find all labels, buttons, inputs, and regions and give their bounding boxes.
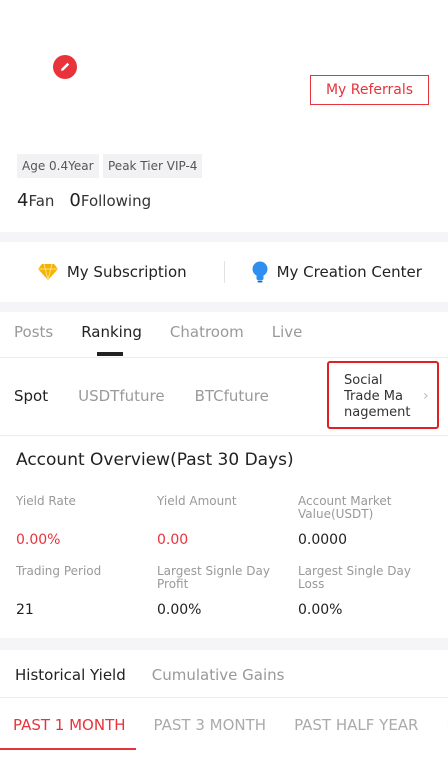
largest-day-profit-value: 0.00% (157, 602, 202, 618)
divider (0, 435, 448, 436)
my-subscription-button[interactable]: My Subscription (0, 263, 224, 281)
metric-label: Trading Period (16, 564, 102, 578)
metric-label: Loss (298, 577, 325, 591)
divider (0, 697, 448, 698)
my-referrals-button[interactable]: My Referrals (310, 75, 429, 105)
trading-period-value: 21 (16, 602, 34, 618)
active-tab-indicator (97, 352, 123, 356)
overview-title: Account Overview(Past 30 Days) (16, 450, 294, 470)
yield-amount-value: 0.00 (157, 532, 189, 548)
largest-day-profit-metric: Largest Signle Day Profit (157, 565, 270, 591)
tab-spot[interactable]: Spot (14, 387, 48, 405)
market-tabs: Spot USDTfuture BTCfuture (14, 387, 299, 405)
diamond-icon (37, 263, 58, 281)
vip-tier-tag: Peak Tier VIP-4 (103, 154, 203, 178)
social-trade-line: Trade Ma (344, 389, 403, 404)
subscription-label: My Subscription (66, 263, 187, 281)
metric-label: Profit (157, 577, 189, 591)
tab-posts[interactable]: Posts (14, 323, 53, 341)
section-gap (0, 302, 448, 312)
fan-stat[interactable]: 4 Fan (17, 190, 54, 211)
active-period-indicator (0, 748, 136, 750)
yield-rate-metric: Yield Rate (16, 495, 76, 508)
tab-past-3-month[interactable]: PAST 3 MONTH (154, 716, 267, 734)
edit-profile-button[interactable] (53, 55, 77, 79)
metric-label: Value(USDT) (298, 507, 374, 521)
metric-label: Yield Amount (157, 494, 237, 508)
social-trade-line: nagement (344, 405, 411, 420)
social-trade-management-label: Social Trade Ma nagement (344, 373, 422, 421)
tab-chatroom[interactable]: Chatroom (170, 323, 244, 341)
history-tabs: Historical Yield Cumulative Gains (15, 666, 310, 684)
following-stat[interactable]: 0 Following (69, 190, 151, 211)
period-tabs: PAST 1 MONTH PAST 3 MONTH PAST HALF YEAR… (13, 716, 448, 734)
section-gap (0, 638, 448, 650)
market-value-metric: Account Market Value(USDT) (298, 495, 392, 521)
metric-label: Yield Rate (16, 494, 76, 508)
shortcut-row: My Subscription My Creation Center (0, 242, 448, 302)
tab-historical-yield[interactable]: Historical Yield (15, 666, 126, 684)
tab-usdt-future[interactable]: USDTfuture (78, 387, 164, 405)
fan-count: 4 (17, 190, 29, 211)
trading-period-metric: Trading Period (16, 565, 101, 578)
following-count: 0 (69, 190, 81, 211)
divider (0, 357, 448, 358)
tab-past-half-year[interactable]: PAST HALF YEAR (294, 716, 418, 734)
fan-label: Fan (28, 192, 55, 210)
tab-past-1-month[interactable]: PAST 1 MONTH (13, 716, 126, 734)
market-value-value: 0.0000 (298, 532, 347, 548)
tab-ranking[interactable]: Ranking (81, 323, 142, 341)
my-creation-center-button[interactable]: My Creation Center (225, 261, 448, 283)
profile-tabs: Posts Ranking Chatroom Live (14, 323, 330, 341)
largest-day-loss-value: 0.00% (298, 602, 343, 618)
following-label: Following (80, 192, 152, 210)
yield-rate-value: 0.00% (16, 532, 61, 548)
section-gap (0, 232, 448, 242)
social-trade-line: Social (344, 373, 383, 388)
lightbulb-icon (252, 261, 268, 283)
tab-cumulative-gains[interactable]: Cumulative Gains (152, 666, 285, 684)
chevron-right-icon: › (423, 388, 429, 404)
pencil-icon (61, 62, 70, 71)
follow-stats: 4 Fan 0 Following (17, 190, 151, 211)
tab-btc-future[interactable]: BTCfuture (195, 387, 269, 405)
tab-live[interactable]: Live (272, 323, 303, 341)
largest-day-loss-metric: Largest Single Day Loss (298, 565, 411, 591)
yield-amount-metric: Yield Amount (157, 495, 237, 508)
creation-center-label: My Creation Center (276, 263, 422, 281)
age-tag: Age 0.4Year (17, 154, 99, 178)
